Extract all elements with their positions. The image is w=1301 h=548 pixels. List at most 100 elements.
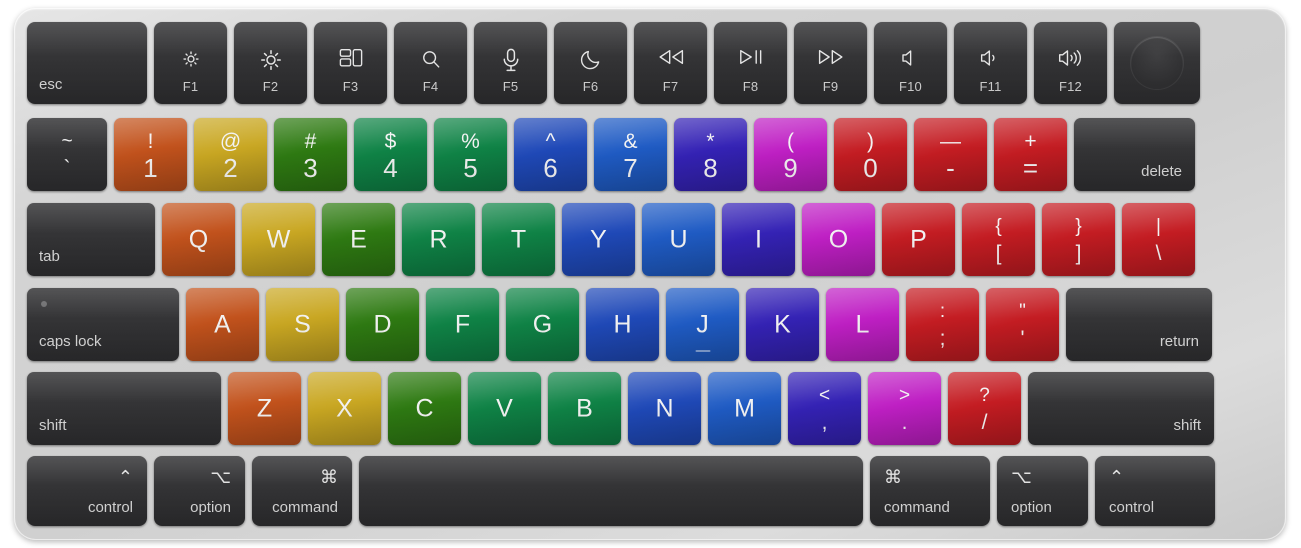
key-key-w[interactable]: W bbox=[242, 203, 315, 276]
key-legend: C bbox=[415, 394, 434, 422]
key-control-right[interactable]: ⌃ control bbox=[1095, 456, 1215, 526]
key-legend-base: 3 bbox=[303, 153, 318, 183]
key-key-a[interactable]: A bbox=[186, 288, 259, 361]
key-key-b[interactable]: B bbox=[548, 372, 621, 445]
key-legend: A bbox=[214, 310, 231, 338]
key-f4[interactable]: F4 bbox=[394, 22, 467, 104]
key-key-e[interactable]: E bbox=[322, 203, 395, 276]
key-key-o[interactable]: O bbox=[802, 203, 875, 276]
key-shift-left[interactable]: shift bbox=[27, 372, 221, 445]
key-digit-9[interactable]: (9 bbox=[754, 118, 827, 191]
key-return[interactable]: return bbox=[1066, 288, 1212, 361]
key-key-y[interactable]: Y bbox=[562, 203, 635, 276]
key-legend-base: 6 bbox=[543, 153, 558, 183]
key-label: esc bbox=[39, 76, 63, 93]
modifier-symbol-command-right: ⌘ bbox=[884, 467, 902, 487]
key-touch-id[interactable] bbox=[1114, 22, 1200, 104]
key-shift-right[interactable]: shift bbox=[1028, 372, 1214, 445]
key-space[interactable] bbox=[359, 456, 863, 526]
key-comma[interactable]: <, bbox=[788, 372, 861, 445]
key-digit-1[interactable]: ! 1 bbox=[114, 118, 187, 191]
rewind-icon bbox=[634, 48, 707, 70]
key-key-p[interactable]: P bbox=[882, 203, 955, 276]
key-option-left[interactable]: ⌥ option bbox=[154, 456, 245, 526]
key-option-right[interactable]: ⌥ option bbox=[997, 456, 1088, 526]
key-label: return bbox=[1159, 333, 1199, 350]
key-equal[interactable]: + = bbox=[994, 118, 1067, 191]
key-key-v[interactable]: V bbox=[468, 372, 541, 445]
key-bracket-left[interactable]: {[ bbox=[962, 203, 1035, 276]
key-slash[interactable]: ? / bbox=[948, 372, 1021, 445]
key-tab[interactable]: tab bbox=[27, 203, 155, 276]
modifier-label: command bbox=[884, 499, 950, 516]
key-legend-dual: }] bbox=[1042, 203, 1115, 276]
key-key-r[interactable]: R bbox=[402, 203, 475, 276]
key-key-h[interactable]: H bbox=[586, 288, 659, 361]
key-digit-3[interactable]: #3 bbox=[274, 118, 347, 191]
key-key-n[interactable]: N bbox=[628, 372, 701, 445]
key-digit-6[interactable]: ^ 6 bbox=[514, 118, 587, 191]
key-f3[interactable]: F3 bbox=[314, 22, 387, 104]
key-bracket-right[interactable]: }] bbox=[1042, 203, 1115, 276]
function-key-row: esc F1 F2 F3 F4 F5 F6 F7 F8 F9 F10 F11 F12 bbox=[27, 22, 1200, 104]
key-legend-shifted: ^ bbox=[545, 130, 556, 153]
function-key-label: F3 bbox=[342, 79, 359, 94]
key-key-g[interactable]: G bbox=[506, 288, 579, 361]
modifier-key-row: ⌃ control ⌥ option ⌘ command ⌘ command ⌥ option ⌃ c… bbox=[27, 456, 1215, 526]
key-backslash[interactable]: | \ bbox=[1122, 203, 1195, 276]
key-key-d[interactable]: D bbox=[346, 288, 419, 361]
key-key-q[interactable]: Q bbox=[162, 203, 235, 276]
key-digit-8[interactable]: * 8 bbox=[674, 118, 747, 191]
key-f6[interactable]: F6 bbox=[554, 22, 627, 104]
key-f12[interactable]: F12 bbox=[1034, 22, 1107, 104]
key-legend: Q bbox=[188, 225, 209, 253]
modifier-label: option bbox=[1011, 499, 1052, 516]
function-key-label: F5 bbox=[502, 79, 519, 94]
key-f5[interactable]: F5 bbox=[474, 22, 547, 104]
key-esc[interactable]: esc bbox=[27, 22, 147, 104]
key-legend-shifted: — bbox=[940, 130, 961, 153]
key-legend-shifted: & bbox=[623, 130, 638, 153]
key-f2[interactable]: F2 bbox=[234, 22, 307, 104]
key-key-u[interactable]: U bbox=[642, 203, 715, 276]
key-f1[interactable]: F1 bbox=[154, 22, 227, 104]
key-quote[interactable]: " ' bbox=[986, 288, 1059, 361]
key-legend: K bbox=[774, 310, 791, 338]
key-digit-0[interactable]: ) 0 bbox=[834, 118, 907, 191]
homing-bar-icon bbox=[695, 350, 710, 352]
key-legend-shifted: @ bbox=[219, 130, 242, 153]
key-backquote[interactable]: ~ ` bbox=[27, 118, 107, 191]
key-delete[interactable]: delete bbox=[1074, 118, 1195, 191]
key-semicolon[interactable]: :; bbox=[906, 288, 979, 361]
key-key-c[interactable]: C bbox=[388, 372, 461, 445]
key-key-k[interactable]: K bbox=[746, 288, 819, 361]
key-legend-base: 0 bbox=[863, 153, 878, 183]
key-key-m[interactable]: M bbox=[708, 372, 781, 445]
key-key-l[interactable]: L bbox=[826, 288, 899, 361]
key-f10[interactable]: F10 bbox=[874, 22, 947, 104]
key-f7[interactable]: F7 bbox=[634, 22, 707, 104]
key-key-z[interactable]: Z bbox=[228, 372, 301, 445]
key-legend-base: ; bbox=[939, 327, 946, 350]
key-digit-4[interactable]: $4 bbox=[354, 118, 427, 191]
caps-lock-led-icon bbox=[41, 301, 47, 307]
key-minus[interactable]: — - bbox=[914, 118, 987, 191]
key-command-right[interactable]: ⌘ command bbox=[870, 456, 990, 526]
key-caps-lock[interactable]: caps lock bbox=[27, 288, 179, 361]
key-legend-base: 2 bbox=[223, 153, 238, 183]
key-key-i[interactable]: I bbox=[722, 203, 795, 276]
key-key-x[interactable]: X bbox=[308, 372, 381, 445]
key-key-t[interactable]: T bbox=[482, 203, 555, 276]
key-digit-5[interactable]: % 5 bbox=[434, 118, 507, 191]
key-f8[interactable]: F8 bbox=[714, 22, 787, 104]
key-control-left[interactable]: ⌃ control bbox=[27, 456, 147, 526]
key-key-j[interactable]: J bbox=[666, 288, 739, 361]
key-period[interactable]: >. bbox=[868, 372, 941, 445]
key-f9[interactable]: F9 bbox=[794, 22, 867, 104]
key-digit-2[interactable]: @2 bbox=[194, 118, 267, 191]
key-digit-7[interactable]: & 7 bbox=[594, 118, 667, 191]
key-command-left[interactable]: ⌘ command bbox=[252, 456, 352, 526]
key-key-s[interactable]: S bbox=[266, 288, 339, 361]
key-key-f[interactable]: F bbox=[426, 288, 499, 361]
key-f11[interactable]: F11 bbox=[954, 22, 1027, 104]
